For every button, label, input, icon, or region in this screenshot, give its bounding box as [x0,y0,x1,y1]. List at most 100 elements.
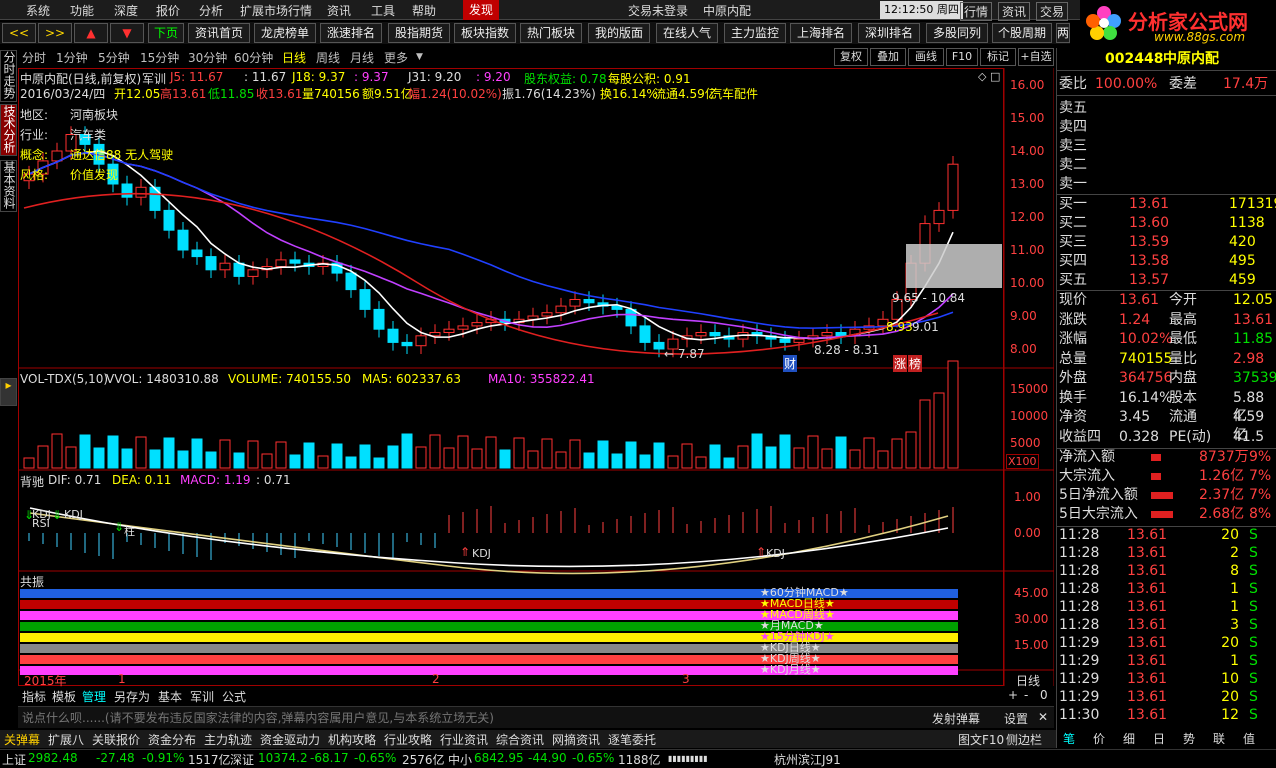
quick-institution-strategy[interactable]: 机构攻略 [328,731,376,748]
tab-fundamentals[interactable]: 基本资料 [0,160,17,212]
quick-extend-8[interactable]: 扩展八 [48,731,84,748]
zoom-out-button[interactable]: - [1024,688,1028,702]
menu-right-info[interactable]: 资讯 [998,2,1031,21]
quick-industry-strategy[interactable]: 行业攻略 [384,731,432,748]
sell-level-2[interactable]: 卖二 [1059,156,1275,174]
send-danmu-button[interactable]: 发射弹幕 [932,710,980,727]
menu-extended-market[interactable]: 扩展市场行情 [240,2,312,19]
toolbar-button-my-layout[interactable]: 我的版面 [588,23,650,43]
badge-finance[interactable]: 财 [783,355,798,372]
period-30min[interactable]: 30分钟 [188,49,227,66]
tab-template[interactable]: 模板 [52,688,76,705]
tab-manage[interactable]: 管理 [82,688,106,705]
quick-graphic-f10[interactable]: 图文F10 [958,731,1004,748]
quick-web-digest[interactable]: 网摘资讯 [552,731,600,748]
chart-area[interactable]: 中原内配(日线,前复权) 军训 J5: 11.67 : 11.67 J18: 9… [18,68,1054,688]
period-5min[interactable]: 5分钟 [98,49,130,66]
period-daily[interactable]: 日线 [282,49,306,66]
buy-level-5[interactable]: 买五 13.57 459 [1059,271,1275,289]
menu-tools[interactable]: 工具 [371,2,395,19]
nav-down-button[interactable]: ▼ [110,23,144,43]
sz-index-name[interactable]: 深证 [230,751,254,768]
quick-main-track[interactable]: 主力轨迹 [204,731,252,748]
toolbar-button-dragon-tiger[interactable]: 龙虎榜单 [254,23,316,43]
danmu-settings-button[interactable]: 设置 [1004,710,1028,727]
nav-last-button[interactable]: >> [38,23,72,43]
period-60min[interactable]: 60分钟 [234,49,273,66]
quick-industry-info[interactable]: 行业资讯 [440,731,488,748]
zoom-reset-button[interactable]: 0 [1040,688,1048,702]
quick-order-by-order[interactable]: 逐笔委托 [608,731,656,748]
tab-indicator[interactable]: 指标 [22,688,46,705]
tab-basic[interactable]: 基本 [158,688,182,705]
tab-formula[interactable]: 公式 [222,688,246,705]
panel-tab-price[interactable]: 价 [1093,730,1105,748]
quick-sidebar[interactable]: 侧边栏 [1006,731,1042,748]
draw-line-button[interactable]: 画线 [908,48,944,66]
nav-first-button[interactable]: << [2,23,36,43]
menu-analysis[interactable]: 分析 [199,2,223,19]
chart-corner-icon[interactable]: ◇ □ [978,70,1000,83]
menu-discover[interactable]: 发现 [463,0,500,20]
panel-tab-detail[interactable]: 细 [1123,730,1135,748]
quick-fund-drive[interactable]: 资金驱动力 [260,731,320,748]
period-1min[interactable]: 1分钟 [56,49,88,66]
period-15min[interactable]: 15分钟 [140,49,179,66]
zoom-in-button[interactable]: + [1008,688,1018,702]
buy-level-4[interactable]: 买四 13.58 495 [1059,252,1275,270]
nav-up-button[interactable]: ▲ [74,23,108,43]
overlay-button[interactable]: 叠加 [870,48,906,66]
danmu-input[interactable] [22,709,902,727]
menu-system[interactable]: 系统 [26,2,50,19]
menu-info[interactable]: 资讯 [327,2,351,19]
tab-intraday[interactable]: 分时走势 [0,50,17,102]
menu-quote[interactable]: 报价 [156,2,180,19]
zx-index-name[interactable]: 中小 [448,751,472,768]
f10-button[interactable]: F10 [946,48,978,66]
next-page-button[interactable]: 下页 [148,23,184,43]
menu-right-quote[interactable]: 行情 [960,2,993,21]
menu-help[interactable]: 帮助 [412,2,436,19]
menu-depth[interactable]: 深度 [114,2,138,19]
mark-button[interactable]: 标记 [980,48,1016,66]
left-expand-handle[interactable]: ▸ [0,378,17,406]
sh-index-name[interactable]: 上证 [2,751,26,768]
toolbar-button-stock-period[interactable]: 个股周期 [992,23,1052,43]
buy-level-2[interactable]: 买二 13.60 1138 [1059,214,1275,232]
close-icon[interactable]: ✕ [1038,710,1048,724]
add-favorite-button[interactable]: +自选 [1018,48,1054,66]
badge-ranking[interactable]: 榜 [908,355,923,372]
toolbar-button-info-home[interactable]: 资讯首页 [188,23,250,43]
period-intraday[interactable]: 分时 [22,49,46,66]
sell-level-4[interactable]: 卖四 [1059,118,1275,136]
tab-save-as[interactable]: 另存为 [114,688,150,705]
toolbar-button-sector-index[interactable]: 板块指数 [454,23,516,43]
chevron-down-icon[interactable]: ▼ [416,52,423,62]
period-monthly[interactable]: 月线 [350,49,374,66]
period-more[interactable]: 更多 [384,49,408,66]
quick-related-quote[interactable]: 关联报价 [92,731,140,748]
quick-close-danmu[interactable]: 关弹幕 [4,731,40,748]
menu-function[interactable]: 功能 [70,2,94,19]
sell-level-3[interactable]: 卖三 [1059,137,1275,155]
menu-right-trade[interactable]: 交易 [1036,2,1069,21]
toolbar-button-online-popularity[interactable]: 在线人气 [656,23,718,43]
buy-level-1[interactable]: 买一 13.61 171319 [1059,195,1276,213]
badge-limit-up[interactable]: 涨 [893,355,908,372]
toolbar-button-shanghai-rank[interactable]: 上海排名 [790,23,852,43]
toolbar-button-index-futures[interactable]: 股指期货 [388,23,450,43]
adjust-button[interactable]: 复权 [834,48,868,66]
panel-tab-value[interactable]: 值 [1243,730,1255,748]
tab-junxun[interactable]: 军训 [190,688,214,705]
toolbar-button-main-monitor[interactable]: 主力监控 [724,23,786,43]
quick-fund-distribution[interactable]: 资金分布 [148,731,196,748]
panel-tab-link[interactable]: 联 [1213,730,1225,748]
toolbar-button-shenzhen-rank[interactable]: 深圳排名 [858,23,920,43]
sell-level-5[interactable]: 卖五 [1059,99,1275,117]
period-weekly[interactable]: 周线 [316,49,340,66]
quick-general-info[interactable]: 综合资讯 [496,731,544,748]
panel-tab-trend[interactable]: 势 [1183,730,1195,748]
panel-tab-daily[interactable]: 日 [1153,730,1165,748]
toolbar-button-more[interactable]: 两 [1056,23,1070,43]
toolbar-button-multi-stock[interactable]: 多股同列 [926,23,988,43]
